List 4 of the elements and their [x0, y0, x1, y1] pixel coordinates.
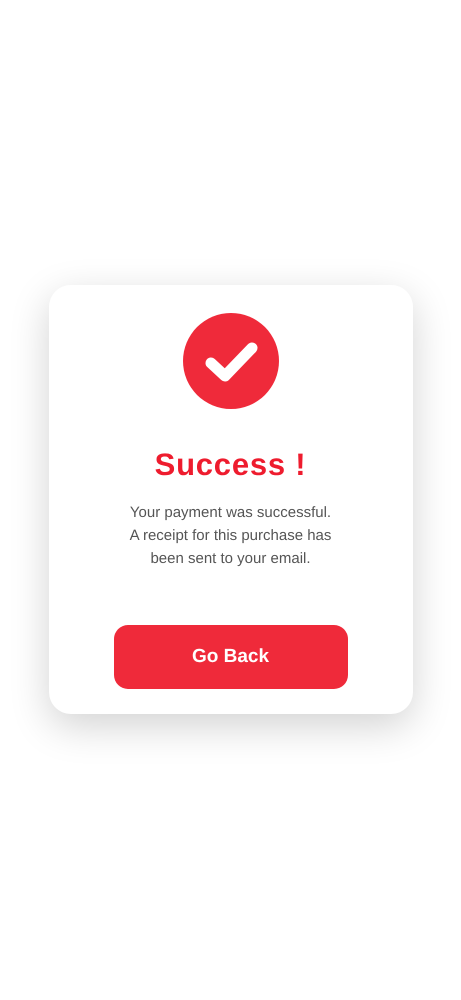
dialog-message: Your payment was successful. A receipt for this purchase has been sent to your email. — [130, 503, 332, 569]
go-back-button[interactable]: Go Back — [114, 625, 348, 689]
dialog-title: Success ! — [154, 446, 306, 484]
check-icon — [182, 313, 278, 409]
